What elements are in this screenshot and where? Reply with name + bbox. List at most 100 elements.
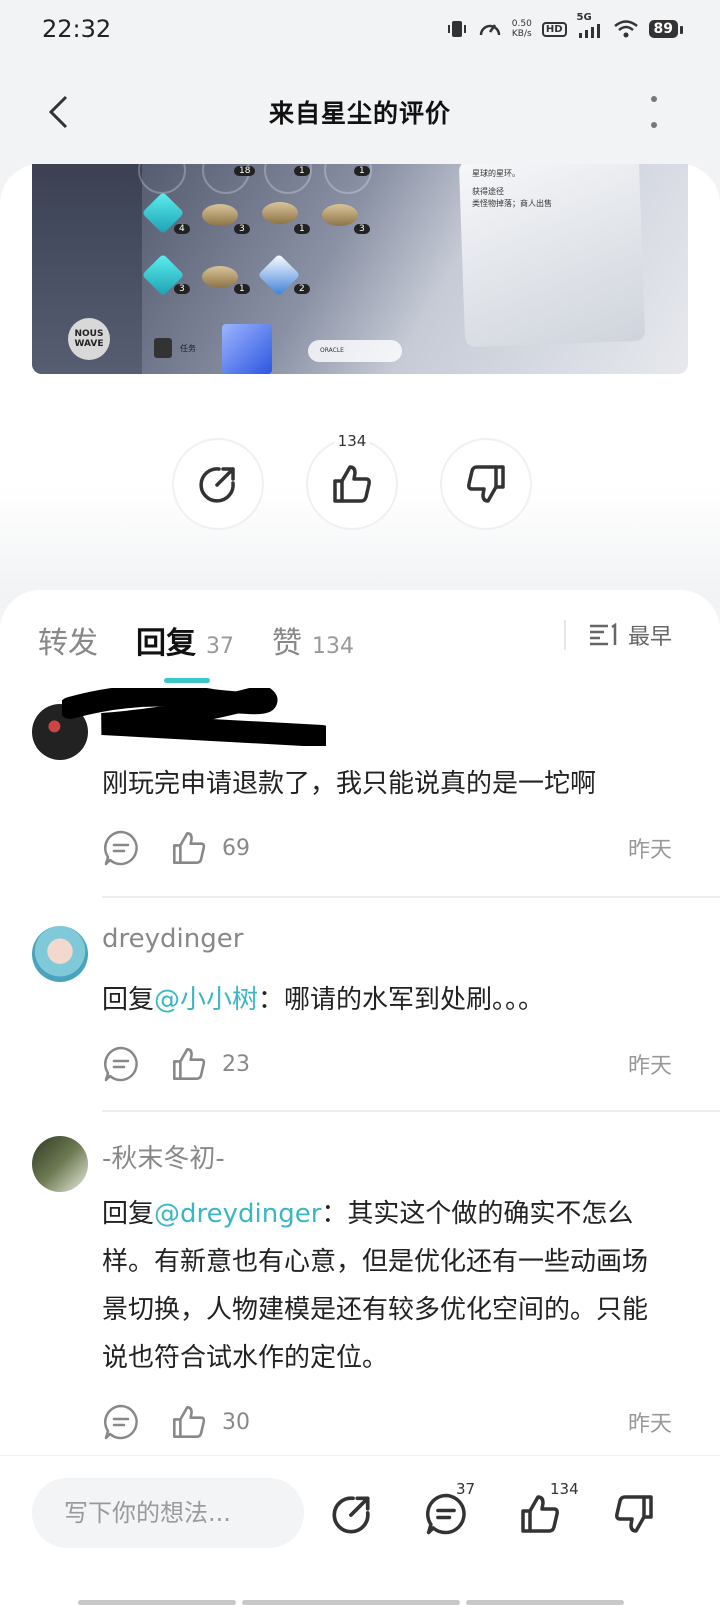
net-speed: 0.50 KB/s xyxy=(512,19,532,39)
mention-link[interactable]: @dreydinger xyxy=(154,1199,321,1229)
hd-badge: HD xyxy=(541,21,567,37)
share-icon xyxy=(332,1496,370,1534)
game-screenshot[interactable]: 星球的星环。 获得途径 类怪物掉落；商人出售 18 1 1 4 3 1 3 3 … xyxy=(32,164,688,374)
comments-panel: 转发 回复 37 赞 134 最早 刚玩完申请退款了，我只能说真的是一坨啊 69 xyxy=(0,590,720,1470)
task-icon xyxy=(154,338,172,358)
comment-actions: 23 昨天 xyxy=(102,1044,672,1084)
sort-icon xyxy=(589,623,617,646)
status-icons: 0.50 KB/s HD 5G 89 xyxy=(446,12,684,40)
username[interactable]: dreydinger xyxy=(102,924,243,954)
network-label: 5G xyxy=(576,12,592,23)
home-indicator xyxy=(78,1600,236,1605)
status-bar: 22:32 0.50 KB/s HD 5G 89 xyxy=(0,0,720,58)
tab-bar: 转发 回复 37 赞 134 xyxy=(38,618,354,662)
item-count: 1 xyxy=(234,284,250,294)
item-count: 3 xyxy=(354,224,370,234)
comment-bubble-icon xyxy=(103,1404,138,1440)
more-options-button[interactable] xyxy=(642,92,666,132)
sort-button[interactable]: 最早 xyxy=(563,620,672,650)
comment-like-button[interactable]: 69 xyxy=(170,829,250,867)
bottom-bar: 37 134 xyxy=(0,1455,720,1605)
comment-text: 刚玩完申请退款了，我只能说真的是一坨啊 xyxy=(102,769,597,799)
item-count: 4 xyxy=(174,224,190,234)
share-icon xyxy=(199,467,235,503)
dislike-button[interactable] xyxy=(606,1486,662,1542)
reply-prefix: 回复 xyxy=(102,1199,155,1229)
thumbs-up-icon xyxy=(173,1048,206,1080)
comment-like-count: 69 xyxy=(222,835,250,861)
game-task-label: 任务 xyxy=(154,338,196,358)
divider xyxy=(102,896,720,898)
thumbs-up-icon xyxy=(521,1495,559,1533)
tab-label: 转发 xyxy=(38,626,98,661)
inventory-slot xyxy=(138,164,186,194)
comment-actions: 69 昨天 xyxy=(102,828,672,868)
thumbs-down-icon xyxy=(467,465,505,503)
comment-bubble-icon xyxy=(426,1493,466,1535)
username[interactable]: -秋末冬初- xyxy=(102,1138,225,1175)
chevron-left-icon xyxy=(48,95,68,129)
post-card: 星球的星环。 获得途径 类怪物掉落；商人出售 18 1 1 4 3 1 3 3 … xyxy=(0,164,720,594)
comment-text: 回复@dreydinger：其实这个做的确实不怎么样。有新意也有心意，但是优化还… xyxy=(102,1190,672,1382)
tab-replies[interactable]: 回复 37 xyxy=(136,618,234,662)
tab-repost[interactable]: 转发 xyxy=(38,618,98,662)
comment-text: 回复@小小树：哪请的水军到处刷。。。 xyxy=(102,976,672,1024)
comment-bubble-icon xyxy=(103,1046,138,1082)
comment-count-badge: 37 xyxy=(456,1480,476,1498)
like-count-badge: 134 xyxy=(550,1480,579,1498)
net-speed-value: 0.50 xyxy=(511,19,532,29)
wifi-icon xyxy=(613,19,639,39)
nav-bar: 来自星尘的评价 xyxy=(0,72,720,152)
item-count: 18 xyxy=(234,166,256,176)
back-button[interactable] xyxy=(36,90,80,134)
ore-item xyxy=(202,204,238,226)
ore-item xyxy=(202,266,238,288)
comment-like-button[interactable]: 30 xyxy=(170,1403,250,1441)
active-tab-indicator xyxy=(164,678,210,683)
comment-time: 昨天 xyxy=(627,838,672,863)
page-title: 来自星尘的评价 xyxy=(268,99,451,128)
share-button[interactable] xyxy=(324,1486,380,1542)
item-count: 1 xyxy=(354,166,370,176)
comment-time: 昨天 xyxy=(627,1412,672,1437)
thumbs-down-icon xyxy=(615,1495,653,1533)
comment-input[interactable] xyxy=(32,1478,304,1548)
game-logo: NOUS WAVE xyxy=(68,318,110,360)
comment-body: ：哪请的水军到处刷。。。 xyxy=(258,985,545,1015)
home-indicator xyxy=(242,1600,460,1605)
tab-likes[interactable]: 赞 134 xyxy=(272,618,354,662)
ore-item xyxy=(322,204,358,226)
reply-prefix: 回复 xyxy=(102,985,155,1015)
more-dot-icon xyxy=(651,122,657,128)
dislike-button[interactable] xyxy=(440,438,532,530)
divider xyxy=(102,1110,720,1112)
like-button[interactable]: 134 xyxy=(306,432,398,530)
mention-link[interactable]: @小小树 xyxy=(154,985,258,1015)
item-count: 1 xyxy=(294,224,310,234)
comment-bubble-icon xyxy=(103,830,138,866)
redaction-scribble xyxy=(62,688,326,746)
comment-like-count: 23 xyxy=(222,1051,250,1077)
item-count: 1 xyxy=(294,166,310,176)
tab-count: 37 xyxy=(206,634,234,659)
reply-button[interactable] xyxy=(102,829,140,867)
avatar[interactable] xyxy=(32,1136,88,1192)
comments-button[interactable]: 37 xyxy=(418,1480,475,1542)
speedometer-icon xyxy=(478,18,502,40)
item-count: 3 xyxy=(174,284,190,294)
post-action-row: 134 xyxy=(172,432,532,530)
thumbs-up-icon xyxy=(173,1406,206,1438)
tab-count: 134 xyxy=(312,634,354,659)
tab-label: 回复 xyxy=(136,626,196,661)
like-count-badge: 134 xyxy=(334,432,370,450)
comment-like-button[interactable]: 23 xyxy=(170,1045,250,1083)
sort-label: 最早 xyxy=(627,625,672,650)
avatar[interactable] xyxy=(32,926,88,982)
reply-button[interactable] xyxy=(102,1403,140,1441)
more-dot-icon xyxy=(651,96,657,102)
reply-button[interactable] xyxy=(102,1045,140,1083)
share-button[interactable] xyxy=(172,438,264,530)
item-count: 3 xyxy=(234,224,250,234)
vibrate-icon xyxy=(446,18,468,40)
like-button[interactable]: 134 xyxy=(512,1480,579,1542)
